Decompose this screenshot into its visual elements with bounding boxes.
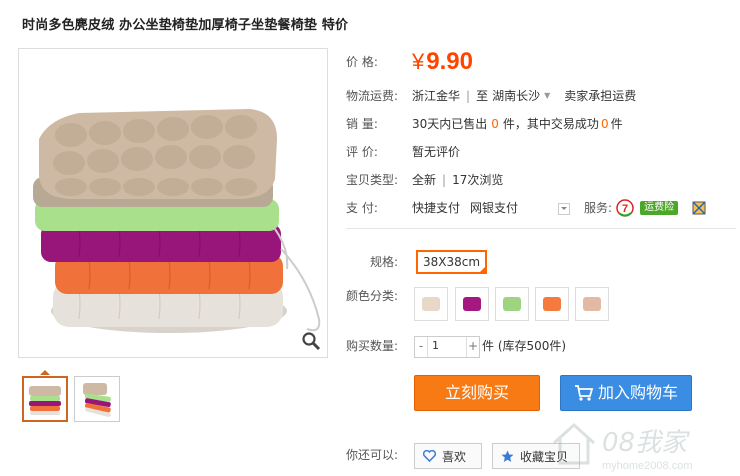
color-swatch-orange[interactable] <box>535 287 569 321</box>
svg-text:7: 7 <box>622 203 628 215</box>
price-row: 价 格: ¥ 9.90 <box>346 50 473 74</box>
sales-suffix: 件 <box>610 117 623 131</box>
service-label: 服务: <box>584 201 613 215</box>
divider: | <box>442 173 447 187</box>
spec-label: 规格: <box>370 255 399 269</box>
site-watermark: 08我家 myhome2008.com <box>544 413 734 476</box>
item-type-label: 宝贝类型: <box>346 173 399 187</box>
shipping-note: 卖家承担运费 <box>564 89 637 103</box>
item-views: 17次浏览 <box>452 173 504 187</box>
payment-row: 支 付: 快捷支付 网银支付 服务: 7 运费险 <box>346 198 706 218</box>
like-label: 喜欢 <box>442 449 467 464</box>
spec-option-selected[interactable]: 38X38cm <box>416 250 488 274</box>
color-swatch-pink[interactable] <box>575 287 609 321</box>
stock-text: 件 (库存500件) <box>482 339 567 353</box>
sales-success-count: 0 <box>600 117 609 131</box>
add-to-cart-label: 加入购物车 <box>597 383 678 402</box>
like-button[interactable]: 喜欢 <box>414 443 482 469</box>
stock-info: 件 (库存500件) <box>482 336 566 356</box>
seven-day-return-icon: 7 <box>616 199 634 217</box>
quantity-row: 购买数量: <box>346 336 412 356</box>
sales-row: 销 量: 30天内已售出 0 件，其中交易成功 0 件 <box>346 114 623 134</box>
reviews-label: 评 价: <box>346 145 378 159</box>
heart-icon <box>423 450 436 462</box>
extra-label: 你还可以: <box>346 448 399 462</box>
quantity-stepper: - 1 + <box>414 336 480 358</box>
shipping-label: 物流运费: <box>346 89 399 103</box>
payment-method-bank: 网银支付 <box>470 201 519 215</box>
spec-row: 规格: 38X38cm <box>346 250 488 274</box>
item-type-row: 宝贝类型: 全新 | 17次浏览 <box>346 170 503 190</box>
quantity-minus-button[interactable]: - <box>415 337 427 357</box>
payment-label: 支 付: <box>346 201 378 215</box>
sales-sold-count: 0 <box>491 117 499 131</box>
quantity-plus-button[interactable]: + <box>467 337 479 357</box>
thumbnail-2[interactable] <box>74 376 120 422</box>
section-divider <box>346 228 736 229</box>
price-currency: ¥ <box>412 49 425 74</box>
quantity-input[interactable]: 1 <box>427 337 467 357</box>
color-swatch-beige[interactable] <box>414 287 448 321</box>
color-swatch-green[interactable] <box>495 287 529 321</box>
color-label: 颜色分类: <box>346 289 399 303</box>
product-main-image[interactable] <box>18 48 328 358</box>
quantity-label: 购买数量: <box>346 339 399 353</box>
add-to-cart-button[interactable]: 加入购物车 <box>560 375 692 411</box>
price-value: 9.90 <box>426 48 473 75</box>
item-condition: 全新 <box>412 173 437 187</box>
star-icon <box>501 450 514 462</box>
color-row: 颜色分类: <box>346 286 412 306</box>
zoom-icon[interactable] <box>301 331 321 351</box>
sales-label: 销 量: <box>346 117 378 131</box>
divider: | <box>466 89 471 103</box>
shipping-from: 浙江金华 <box>412 89 461 103</box>
thumbnail-1[interactable] <box>22 376 68 422</box>
price-label: 价 格: <box>346 55 378 69</box>
color-swatch-purple[interactable] <box>455 287 489 321</box>
shipping-destination-select[interactable]: 湖南长沙 <box>492 86 540 106</box>
shipping-row: 物流运费: 浙江金华 | 至 湖南长沙 ▼ 卖家承担运费 <box>346 86 636 106</box>
reviews-value[interactable]: 暂无评价 <box>412 142 460 162</box>
thumbnail-indicator <box>40 370 50 375</box>
payment-method-quick: 快捷支付 <box>412 201 461 215</box>
watermark-url: myhome2008.com <box>602 460 693 472</box>
cart-icon <box>574 385 594 401</box>
product-title: 时尚多色麂皮绒 办公坐垫椅垫加厚椅子坐垫餐椅垫 特价 <box>22 18 349 33</box>
cushion-stack-picture <box>33 109 321 333</box>
extra-row: 你还可以: <box>346 445 412 465</box>
payment-dropdown-icon[interactable] <box>558 203 571 215</box>
buy-now-button[interactable]: 立刻购买 <box>414 375 540 411</box>
shipping-insurance-badge[interactable]: 运费险 <box>640 201 679 215</box>
watermark-text: 08我家 <box>602 428 690 458</box>
credit-card-icon[interactable] <box>692 201 706 215</box>
chevron-down-icon[interactable]: ▼ <box>544 86 550 106</box>
shipping-to-prefix: 至 <box>476 89 489 103</box>
sales-mid: 件，其中交易成功 <box>502 117 599 131</box>
sales-prefix: 30天内已售出 <box>412 117 488 131</box>
reviews-row: 评 价: 暂无评价 <box>346 142 460 162</box>
